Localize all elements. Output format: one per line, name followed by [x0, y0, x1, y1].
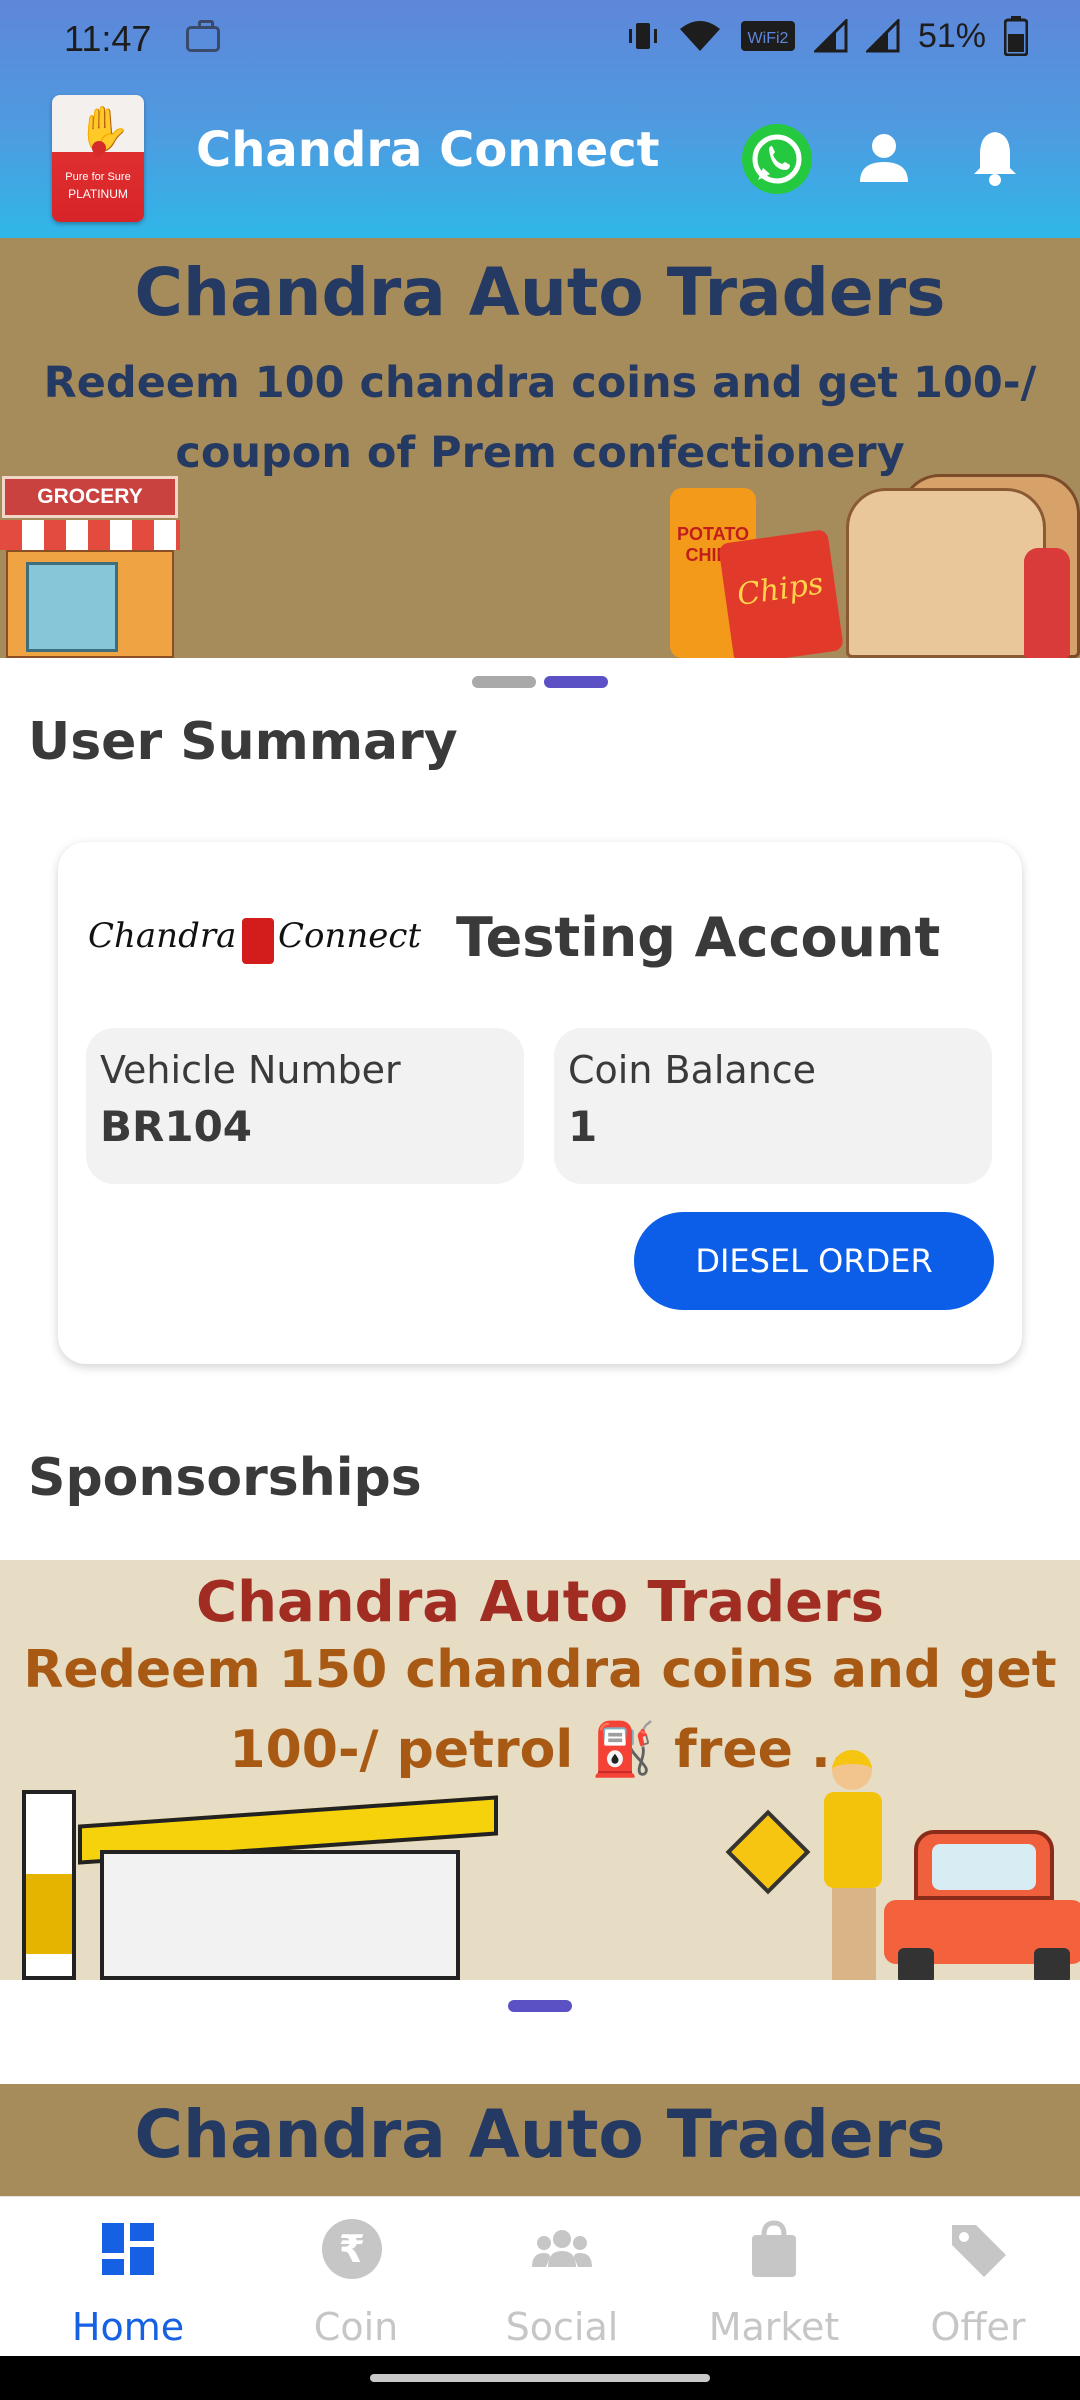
bottom-navigation: Home ₹ Coin Social Market Offer: [0, 2196, 1080, 2356]
fuel-station-illustration: [100, 1850, 460, 1980]
notifications-button[interactable]: [962, 124, 1028, 190]
svg-text:WiFi2: WiFi2: [747, 30, 788, 47]
system-gesture-bar: [0, 2356, 1080, 2400]
chips-bag-label: Chips: [734, 566, 826, 613]
gesture-handle[interactable]: [370, 2374, 710, 2382]
profile-button[interactable]: [852, 126, 916, 190]
chips-bag-illustration: Chips: [718, 528, 844, 658]
logo-connect-text: Connect: [278, 916, 422, 956]
nav-offer-label: Offer: [930, 2305, 1026, 2349]
car-illustration: [884, 1830, 1080, 1980]
battery-icon: [1004, 16, 1028, 56]
grocery-shop-illustration: GROCERY SHOP: [0, 476, 180, 658]
promo-banner-title: Chandra Auto Traders: [134, 254, 946, 331]
carousel-dot-active[interactable]: [544, 676, 608, 688]
nav-market-label: Market: [708, 2305, 840, 2349]
nav-home-label: Home: [71, 2305, 185, 2349]
nav-home[interactable]: Home: [40, 2197, 256, 2357]
sponsorship-banner-line2: 100-/ petrol ⛽ free ..: [229, 1720, 851, 1780]
vowifi-icon: WiFi2: [740, 21, 795, 51]
logo-tagline: Pure for Sure: [65, 171, 131, 183]
sponsorships-title: Sponsorships: [28, 1448, 422, 1508]
whatsapp-button[interactable]: [742, 124, 812, 194]
secondary-promo-banner[interactable]: Chandra Auto Traders: [0, 2084, 1080, 2196]
profile-icon: [860, 134, 908, 182]
carousel-dot[interactable]: [472, 676, 536, 688]
vibrate-icon: [628, 23, 657, 49]
app-title: Chandra Connect: [196, 122, 660, 178]
diesel-order-button[interactable]: DIESEL ORDER: [634, 1212, 994, 1310]
vehicle-number-box: Vehicle Number BR104: [86, 1028, 524, 1184]
nav-social[interactable]: Social: [454, 2197, 670, 2357]
briefcase-icon: [186, 20, 220, 52]
dashboard-icon: [102, 2223, 154, 2275]
coin-balance-value: 1: [568, 1102, 598, 1151]
fuel-road-sign-icon: [725, 1809, 811, 1895]
fuel-pump-icon: [242, 918, 274, 964]
secondary-promo-title: Chandra Auto Traders: [134, 2096, 946, 2173]
user-summary-card: Chandra Connect Testing Account Vehicle …: [58, 842, 1022, 1364]
sponsorship-carousel-indicator: [0, 2000, 1080, 2014]
user-summary-title: User Summary: [28, 712, 458, 772]
sponsorship-banner-line1: Redeem 150 chandra coins and get: [23, 1640, 1057, 1700]
account-name: Testing Account: [456, 906, 941, 969]
signal-icon: [865, 19, 900, 53]
sponsorship-banner-title: Chandra Auto Traders: [195, 1570, 885, 1635]
logo-chandra-text: Chandra: [88, 916, 237, 956]
rupee-coin-icon: ₹: [322, 2219, 382, 2279]
vehicle-number-label: Vehicle Number: [100, 1048, 401, 1092]
status-bar: 11:47 WiFi2 51%: [0, 0, 1080, 80]
tag-icon: [952, 2225, 1006, 2277]
bell-icon: [974, 132, 1016, 186]
bread-slice-illustration: [846, 488, 1046, 658]
nav-coin-label: Coin: [313, 2305, 399, 2349]
whatsapp-icon: [752, 134, 802, 184]
promo-banner[interactable]: Chandra Auto Traders Redeem 100 chandra …: [0, 238, 1080, 658]
wifi-icon: [679, 21, 720, 51]
group-icon: [532, 2230, 592, 2267]
nav-offer[interactable]: Offer: [864, 2197, 1080, 2357]
fuel-attendant-illustration: [818, 1750, 888, 1980]
logo-platinum: PLATINUM: [68, 187, 128, 201]
app-logo[interactable]: ✋ Pure for Sure PLATINUM: [52, 95, 144, 222]
nav-market[interactable]: Market: [660, 2197, 876, 2357]
battery-percent: 51%: [917, 16, 986, 55]
carousel-indicator: [0, 676, 1080, 690]
nav-social-label: Social: [505, 2305, 619, 2349]
status-time: 11:47: [64, 18, 152, 59]
top-bar: 11:47 WiFi2 51% ✋ Pure for Sure PLATINUM…: [0, 0, 1080, 238]
svg-text:₹: ₹: [339, 2227, 365, 2271]
drink-bottle-illustration: [1024, 548, 1070, 658]
sponsorship-banner[interactable]: Chandra Auto Traders Redeem 150 chandra …: [0, 1560, 1080, 1980]
vehicle-number-value: BR104: [100, 1102, 253, 1151]
carousel-dot-active[interactable]: [508, 2000, 572, 2012]
promo-banner-subtitle: Redeem 100 chandra coins and get 100-/ c…: [43, 358, 1037, 478]
nav-coin[interactable]: ₹ Coin: [248, 2197, 464, 2357]
grocery-shop-sign: GROCERY SHOP: [2, 476, 178, 544]
status-icons: WiFi2 51%: [626, 16, 1028, 56]
shopping-bag-icon: [752, 2220, 796, 2277]
coin-balance-label: Coin Balance: [568, 1048, 817, 1092]
fuel-price-post: [22, 1790, 76, 1980]
signal-icon: [813, 19, 848, 53]
chandra-connect-logo: Chandra Connect: [88, 910, 422, 980]
coin-balance-box: Coin Balance 1: [554, 1028, 992, 1184]
